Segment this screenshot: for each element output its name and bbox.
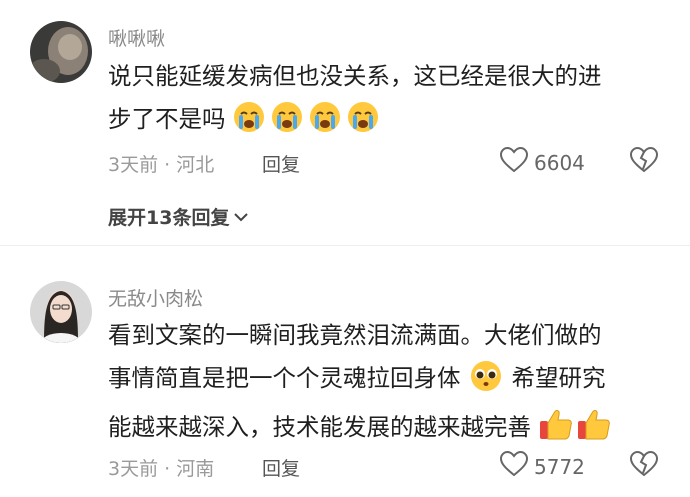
reply-button[interactable]: 回复 bbox=[262, 454, 300, 481]
comment-text: 说只能延缓发病但也没关系，这已经是很大的进 步了不是吗 bbox=[108, 55, 668, 147]
comment-text-segment: 能越来越深入，技术能发展的越来越完善 bbox=[108, 413, 531, 441]
thumbs-up-icon bbox=[538, 407, 612, 455]
comment-text-segment: 希望研究 bbox=[511, 364, 606, 392]
username[interactable]: 无敌小肉松 bbox=[108, 284, 203, 311]
expand-replies-label: 展开13条回复 bbox=[108, 207, 230, 229]
like-count: 6604 bbox=[534, 150, 585, 175]
avatar[interactable] bbox=[30, 21, 92, 83]
like-button[interactable]: 6604 bbox=[499, 146, 585, 178]
comment-text-line: 步了不是吗 bbox=[108, 98, 668, 147]
pleading-face-icon bbox=[468, 360, 504, 406]
heart-icon bbox=[499, 450, 529, 482]
dislike-button[interactable] bbox=[629, 146, 659, 177]
comment-text: 看到文案的一瞬间我竟然泪流满面。大佬们做的 事情简直是把一个个灵魂拉回身体 希望… bbox=[108, 314, 668, 455]
comment-text-line: 能越来越深入，技术能发展的越来越完善 bbox=[108, 406, 668, 455]
comment-text-line: 看到文案的一瞬间我竟然泪流满面。大佬们做的 bbox=[108, 321, 602, 349]
comment-text-line: 说只能延缓发病但也没关系，这已经是很大的进 bbox=[108, 62, 602, 90]
username[interactable]: 啾啾啾 bbox=[108, 24, 165, 51]
crying-face-icon bbox=[233, 101, 383, 147]
like-count: 5772 bbox=[534, 454, 585, 479]
comment-meta: 3天前 · 河北 bbox=[108, 154, 215, 176]
comment-text-line: 事情简直是把一个个灵魂拉回身体 希望研究 bbox=[108, 357, 668, 406]
divider bbox=[0, 245, 690, 246]
expand-replies-button[interactable]: 展开13条回复 bbox=[108, 203, 249, 230]
broken-heart-icon bbox=[629, 146, 659, 177]
broken-heart-icon bbox=[629, 450, 659, 481]
dislike-button[interactable] bbox=[629, 450, 659, 481]
comment-text-segment: 事情简直是把一个个灵魂拉回身体 bbox=[108, 364, 461, 392]
heart-icon bbox=[499, 146, 529, 178]
like-button[interactable]: 5772 bbox=[499, 450, 585, 482]
reply-button[interactable]: 回复 bbox=[262, 150, 300, 177]
avatar[interactable] bbox=[30, 281, 92, 343]
comment-meta: 3天前 · 河南 bbox=[108, 458, 215, 480]
chevron-down-icon bbox=[233, 206, 249, 228]
comment-text-segment: 步了不是吗 bbox=[108, 105, 226, 133]
